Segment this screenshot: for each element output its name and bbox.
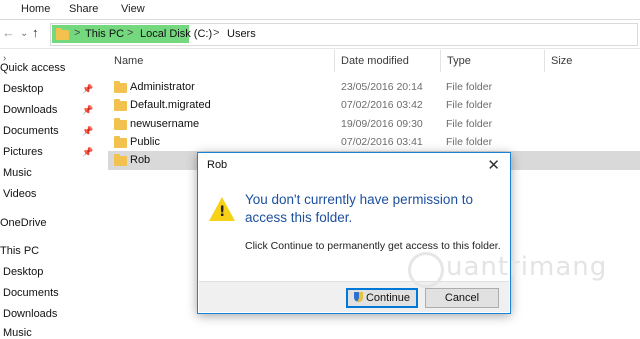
tab-home[interactable]: Home bbox=[21, 3, 50, 15]
breadcrumb-local-disk[interactable]: Local Disk (C:) bbox=[140, 28, 212, 40]
sidebar-item-documents-pc[interactable]: Documents bbox=[3, 287, 59, 299]
dialog-message: You don't currently have permission to a… bbox=[245, 192, 473, 225]
folder-icon bbox=[114, 136, 127, 148]
file-date: 19/09/2016 09:30 bbox=[341, 118, 423, 130]
column-header-date[interactable]: Date modified bbox=[341, 55, 409, 67]
continue-label: Continue bbox=[365, 292, 411, 304]
pin-icon: 📌 bbox=[82, 126, 94, 136]
file-date: 07/02/2016 03:41 bbox=[341, 136, 423, 148]
watermark-logo-icon bbox=[408, 252, 444, 288]
sidebar-item-this-pc[interactable]: This PC bbox=[0, 245, 39, 257]
file-date: 23/05/2016 20:14 bbox=[341, 81, 423, 93]
close-icon[interactable]: ✕ bbox=[487, 156, 500, 174]
file-name: newusername bbox=[130, 118, 200, 130]
sidebar-item-desktop[interactable]: Desktop bbox=[3, 83, 43, 95]
file-type: File folder bbox=[446, 136, 493, 148]
shield-icon bbox=[353, 292, 363, 302]
column-divider[interactable] bbox=[544, 50, 545, 72]
file-row[interactable]: Administrator 23/05/2016 20:14 File fold… bbox=[108, 78, 640, 97]
sidebar-item-music-pc[interactable]: Music bbox=[3, 327, 32, 339]
file-type: File folder bbox=[446, 118, 493, 130]
chevron-down-icon[interactable]: ⌄ bbox=[20, 28, 28, 39]
ribbon-tabs: Home Share View bbox=[0, 0, 640, 20]
file-type: File folder bbox=[446, 81, 493, 93]
sidebar-item-quick-access[interactable]: Quick access bbox=[0, 62, 65, 74]
file-name: Rob bbox=[130, 154, 151, 166]
breadcrumb-separator: > bbox=[213, 27, 220, 39]
folder-icon bbox=[114, 118, 127, 130]
file-name: Administrator bbox=[130, 81, 195, 93]
tab-share[interactable]: Share bbox=[69, 3, 98, 15]
file-row[interactable]: newusername 19/09/2016 09:30 File folder bbox=[108, 115, 640, 134]
file-row[interactable]: Public 07/02/2016 03:41 File folder bbox=[108, 133, 640, 152]
column-header-type[interactable]: Type bbox=[447, 55, 471, 67]
file-type: File folder bbox=[446, 99, 493, 111]
file-name: Default.migrated bbox=[130, 99, 211, 111]
pin-icon: 📌 bbox=[82, 147, 94, 157]
permission-dialog: Rob ✕ ! You don't currently have permiss… bbox=[197, 152, 511, 314]
tab-view[interactable]: View bbox=[121, 3, 145, 15]
up-icon[interactable]: ↑ bbox=[32, 25, 39, 40]
column-header-name[interactable]: Name bbox=[114, 55, 143, 67]
continue-button[interactable]: Continue bbox=[346, 288, 418, 308]
sidebar-item-onedrive[interactable]: OneDrive bbox=[0, 217, 46, 229]
cancel-button[interactable]: Cancel bbox=[425, 288, 499, 308]
sidebar-item-pictures[interactable]: Pictures bbox=[3, 146, 43, 158]
sidebar-item-downloads[interactable]: Downloads bbox=[3, 104, 57, 116]
pin-icon: 📌 bbox=[82, 84, 94, 94]
sidebar-item-documents[interactable]: Documents bbox=[3, 125, 59, 137]
file-name: Public bbox=[130, 136, 160, 148]
folder-icon bbox=[56, 28, 69, 40]
breadcrumb-separator: > bbox=[127, 27, 134, 39]
watermark: uantrimang bbox=[408, 248, 606, 288]
back-icon[interactable]: ← bbox=[2, 25, 15, 40]
sidebar-item-videos[interactable]: Videos bbox=[3, 188, 36, 200]
watermark-text: uantrimang bbox=[446, 252, 608, 282]
breadcrumb-users[interactable]: Users bbox=[227, 28, 256, 40]
sidebar-item-desktop-pc[interactable]: Desktop bbox=[3, 266, 43, 278]
column-divider[interactable] bbox=[334, 50, 335, 72]
folder-icon bbox=[114, 81, 127, 93]
dialog-title: Rob bbox=[207, 159, 228, 171]
warning-mark: ! bbox=[219, 204, 226, 220]
breadcrumb-this-pc[interactable]: This PC bbox=[85, 28, 124, 40]
file-date: 07/02/2016 03:42 bbox=[341, 99, 423, 111]
sidebar-item-music[interactable]: Music bbox=[3, 167, 32, 179]
folder-icon bbox=[114, 99, 127, 111]
breadcrumb-separator: > bbox=[74, 27, 81, 39]
column-header-size[interactable]: Size bbox=[551, 55, 572, 67]
sidebar-item-downloads-pc[interactable]: Downloads bbox=[3, 308, 57, 320]
file-row[interactable]: Default.migrated 07/02/2016 03:42 File f… bbox=[108, 96, 640, 115]
folder-icon bbox=[114, 154, 127, 166]
pin-icon: 📌 bbox=[82, 105, 94, 115]
column-divider[interactable] bbox=[440, 50, 441, 72]
